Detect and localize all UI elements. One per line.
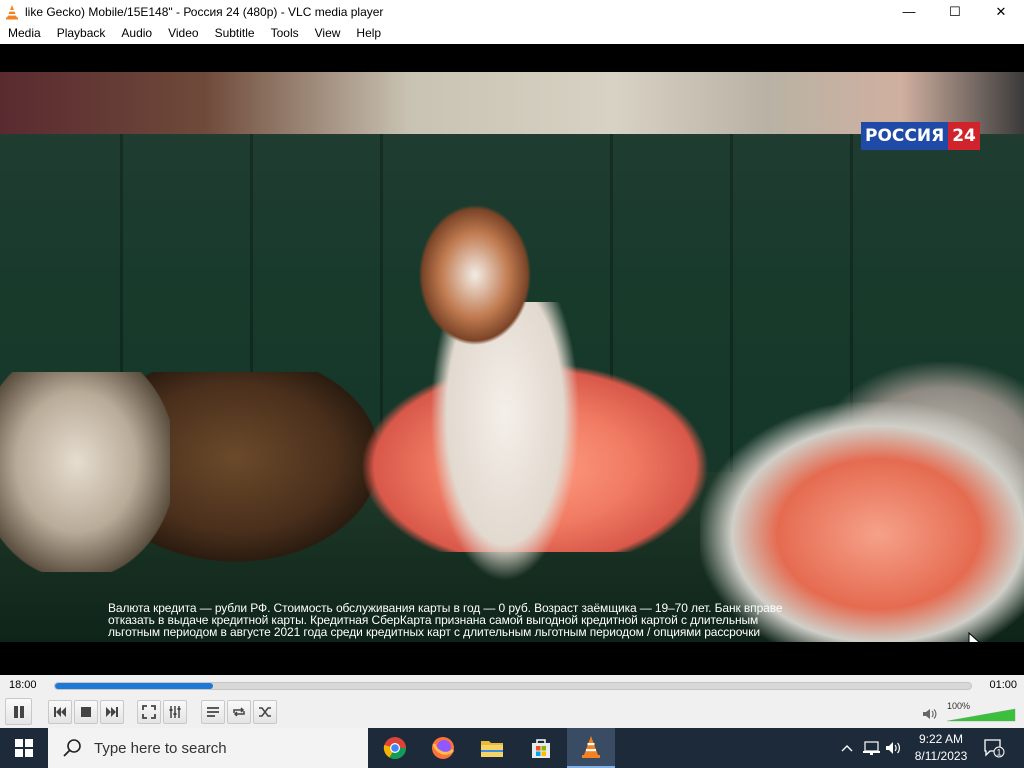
volume-tray-button[interactable] xyxy=(884,728,904,768)
previous-icon xyxy=(54,707,66,717)
ad-disclaimer: Валюта кредита — рубли РФ. Стоимость обс… xyxy=(108,602,918,638)
channel-logo-name: РОССИЯ xyxy=(861,122,949,150)
shuffle-button[interactable] xyxy=(253,700,277,724)
speaker-icon xyxy=(886,742,900,754)
chrome-icon xyxy=(383,737,406,759)
disclaimer-line: льготным периодом в августе 2021 года ср… xyxy=(108,625,760,639)
maximize-icon: ☐ xyxy=(949,3,961,19)
seek-progress xyxy=(55,683,214,689)
mouse-cursor-icon xyxy=(968,632,980,642)
menu-audio[interactable]: Audio xyxy=(113,23,160,44)
next-button[interactable] xyxy=(100,700,124,724)
stop-icon xyxy=(81,707,91,717)
video-frame: РОССИЯ 24 Валюта кредита — рубли РФ. Сто… xyxy=(0,72,1024,642)
menu-media[interactable]: Media xyxy=(0,23,49,44)
menu-view[interactable]: View xyxy=(307,23,349,44)
shuffle-icon xyxy=(259,707,271,717)
menu-bar: Media Playback Audio Video Subtitle Tool… xyxy=(0,23,1024,44)
close-button[interactable]: ✕ xyxy=(978,0,1024,23)
menu-tools[interactable]: Tools xyxy=(263,23,307,44)
video-area[interactable]: РОССИЯ 24 Валюта кредита — рубли РФ. Сто… xyxy=(0,44,1024,675)
title-bar: like Gecko) Mobile/15E148" - Россия 24 (… xyxy=(0,0,1024,23)
window-title: like Gecko) Mobile/15E148" - Россия 24 (… xyxy=(25,4,384,19)
network-icon xyxy=(863,741,880,755)
playlist-button[interactable] xyxy=(201,700,225,724)
pause-icon xyxy=(13,705,24,718)
minimize-button[interactable]: — xyxy=(886,0,932,23)
feather-pile xyxy=(0,372,170,572)
playlist-icon xyxy=(207,707,219,717)
taskbar-app-firefox[interactable] xyxy=(419,728,467,768)
notification-icon: 1 xyxy=(984,739,1005,758)
fullscreen-icon xyxy=(142,705,156,719)
speaker-icon[interactable] xyxy=(922,707,938,721)
channel-logo-number: 24 xyxy=(948,122,980,150)
start-button[interactable] xyxy=(0,728,48,768)
menu-video[interactable]: Video xyxy=(160,23,206,44)
menu-subtitle[interactable]: Subtitle xyxy=(207,23,263,44)
clock-date: 8/11/2023 xyxy=(914,749,968,763)
stop-button[interactable] xyxy=(74,700,98,724)
notification-center-button[interactable]: 1 xyxy=(980,728,1008,768)
taskbar-app-file-explorer[interactable] xyxy=(468,728,516,768)
search-icon xyxy=(63,739,81,757)
vlc-icon xyxy=(6,4,18,19)
firefox-icon xyxy=(432,737,455,759)
equalizer-icon xyxy=(169,706,181,718)
close-icon: ✕ xyxy=(995,3,1007,19)
extended-settings-button[interactable] xyxy=(163,700,187,724)
remaining-time[interactable]: 01:00 xyxy=(989,679,1017,691)
menu-playback[interactable]: Playback xyxy=(49,23,114,44)
seek-row: 18:00 01:00 xyxy=(0,675,1024,697)
maximize-button[interactable]: ☐ xyxy=(932,0,978,23)
minimize-icon: — xyxy=(902,4,916,19)
taskbar-app-chrome[interactable] xyxy=(371,728,419,768)
elapsed-time[interactable]: 18:00 xyxy=(9,679,37,691)
taskbar-clock[interactable]: 9:22 AM 8/11/2023 xyxy=(902,731,980,765)
next-icon xyxy=(106,707,118,717)
pause-button[interactable] xyxy=(5,698,32,725)
store-icon xyxy=(532,739,550,758)
loop-button[interactable] xyxy=(227,700,251,724)
fullscreen-button[interactable] xyxy=(137,700,161,724)
search-placeholder: Type here to search xyxy=(94,739,227,757)
loop-icon xyxy=(233,707,245,717)
show-hidden-icons-button[interactable] xyxy=(838,728,856,768)
notification-count: 1 xyxy=(996,748,1001,758)
seek-slider[interactable] xyxy=(54,682,972,690)
vlc-icon xyxy=(582,736,600,758)
volume-slider[interactable] xyxy=(945,706,1017,722)
channel-logo: РОССИЯ 24 xyxy=(861,122,980,150)
controls-bar: 100% xyxy=(0,697,1024,728)
taskbar-search[interactable]: Type here to search xyxy=(48,728,368,768)
network-button[interactable] xyxy=(860,728,882,768)
menu-help[interactable]: Help xyxy=(348,23,389,44)
taskbar-app-vlc[interactable] xyxy=(567,728,615,768)
windows-icon xyxy=(15,739,33,757)
chevron-up-icon xyxy=(841,745,853,752)
clock-time: 9:22 AM xyxy=(918,732,964,746)
previous-button[interactable] xyxy=(48,700,72,724)
dog-head xyxy=(415,200,535,350)
taskbar-app-microsoft-store[interactable] xyxy=(517,728,565,768)
folder-icon xyxy=(481,741,503,757)
taskbar: Type here to search 9:22 AM 8/11/2023 1 xyxy=(0,728,1024,768)
